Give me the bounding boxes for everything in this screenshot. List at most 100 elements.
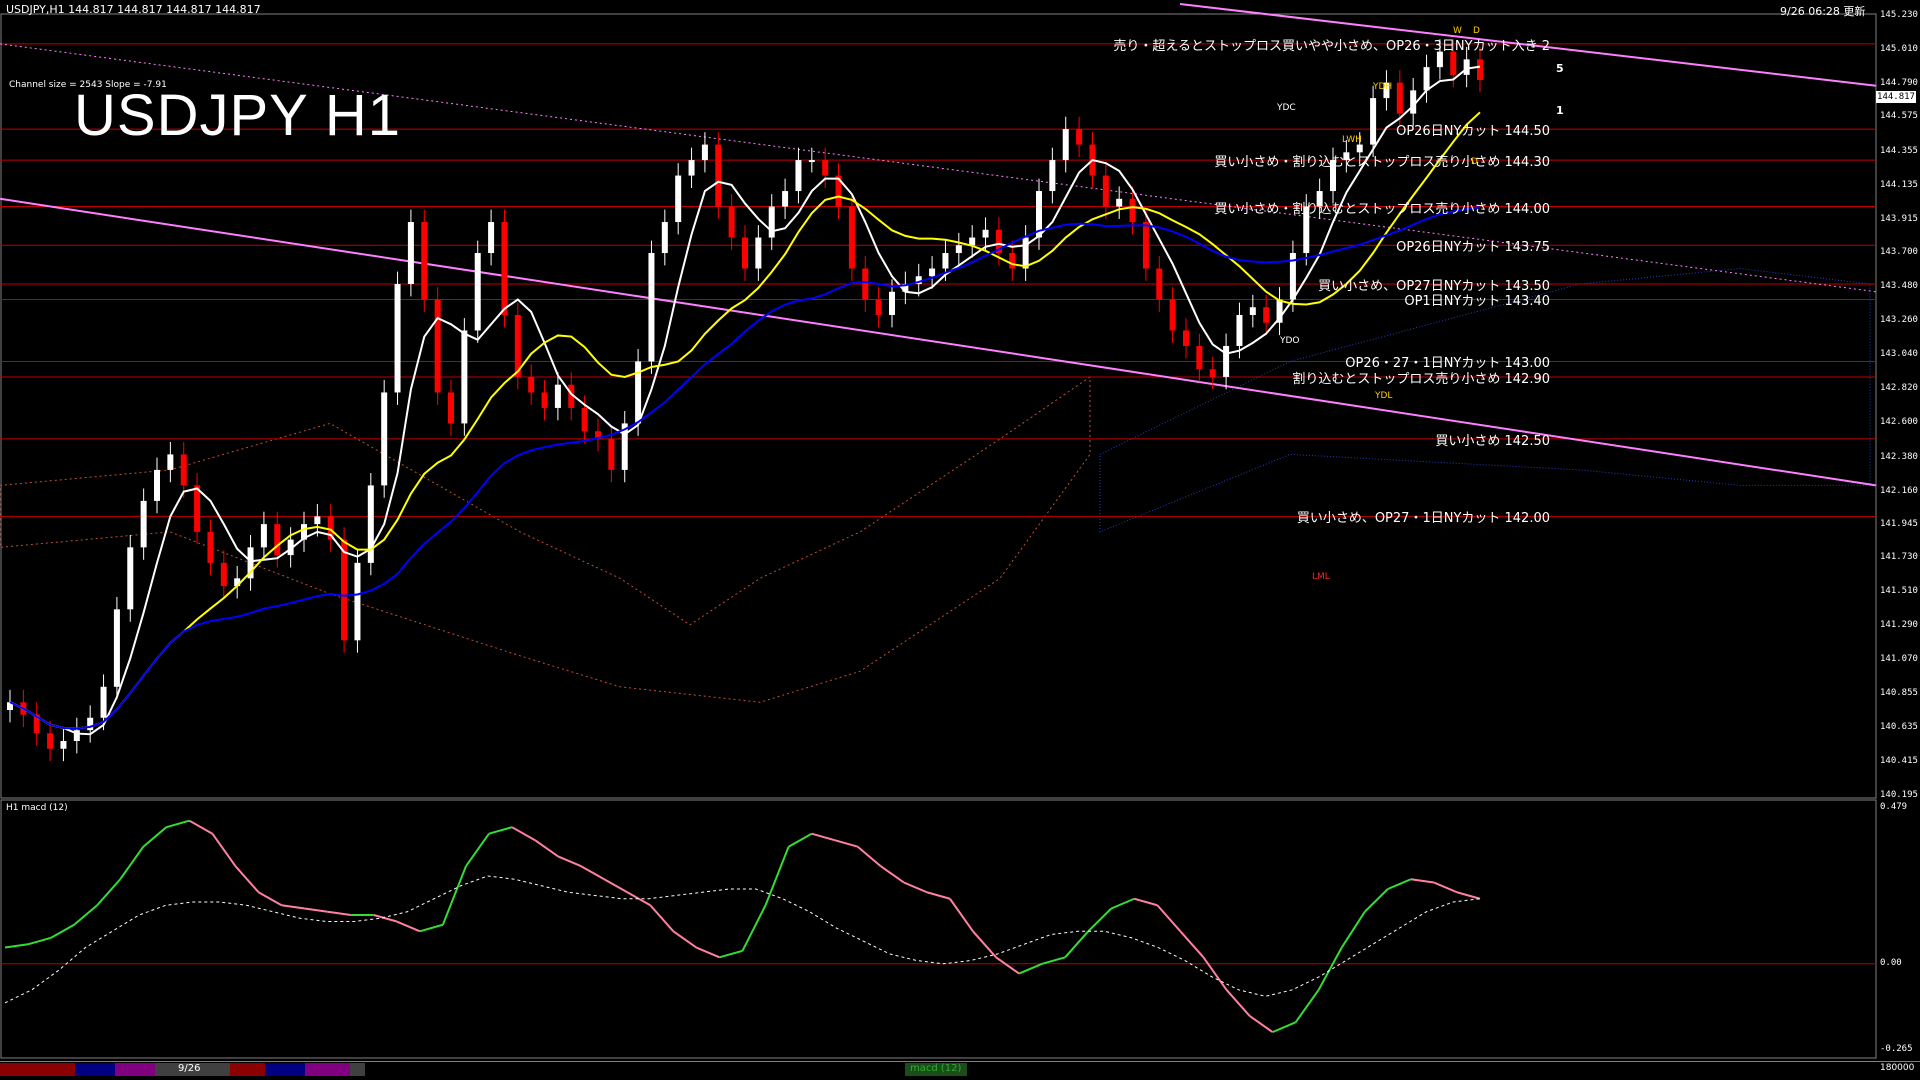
candle-body xyxy=(889,291,895,315)
candle-body xyxy=(1102,175,1109,207)
chart-title: USDJPY H1 xyxy=(74,83,402,148)
candle-body xyxy=(488,222,495,254)
candle-body xyxy=(862,268,869,300)
macd-line-segment xyxy=(1364,888,1389,913)
candle-body xyxy=(688,160,695,176)
price-tick-label: 143.480 xyxy=(1880,281,1918,292)
macd-line-segment xyxy=(603,878,628,894)
tab-indicator-label: macd (12) xyxy=(910,1063,962,1074)
candle-body xyxy=(1249,307,1256,315)
candle-body xyxy=(1370,98,1377,145)
macd-line-segment xyxy=(4,943,29,949)
candle-body xyxy=(113,609,120,687)
price-tick-label: 144.790 xyxy=(1880,78,1918,89)
tab-date-label: 9/26 xyxy=(178,1063,201,1074)
tab-color-1[interactable] xyxy=(0,1063,75,1076)
candle-body xyxy=(194,485,201,532)
candle-body xyxy=(942,253,949,269)
macd-line-segment xyxy=(649,904,675,932)
box-label-d: D xyxy=(1473,26,1480,36)
macd-line-segment xyxy=(1272,1021,1297,1034)
macd-line-segment xyxy=(834,839,859,848)
macd-line-segment xyxy=(465,833,490,867)
candle-body xyxy=(541,392,548,408)
candle-body xyxy=(47,733,54,749)
candle-body xyxy=(1263,307,1270,323)
price-tick-label: 141.290 xyxy=(1880,620,1918,631)
box-label-lml: LML xyxy=(1312,572,1330,582)
candle-body xyxy=(581,407,588,432)
candle-body xyxy=(167,454,174,470)
candle-body xyxy=(407,222,414,285)
level-annotation: OP26日NYカット 144.50 xyxy=(1396,124,1550,140)
box-label-w: W xyxy=(1453,26,1462,36)
candle-body xyxy=(955,245,962,254)
macd-line-segment xyxy=(1041,956,1066,965)
candle-body xyxy=(1142,222,1149,269)
candle-body xyxy=(1477,59,1483,80)
candle-body xyxy=(127,547,134,610)
candle-body xyxy=(60,741,67,749)
tab-color-5[interactable] xyxy=(265,1063,305,1076)
macd-line-segment xyxy=(488,826,513,835)
macd-line-segment xyxy=(188,819,213,835)
tab-color-4[interactable] xyxy=(230,1063,265,1076)
candle-body xyxy=(715,144,722,207)
price-tick-label: 140.415 xyxy=(1880,755,1918,766)
candle-body xyxy=(795,160,802,192)
price-tick-label: 145.230 xyxy=(1880,10,1918,20)
macd-line-segment xyxy=(1134,897,1158,907)
macd-line-segment xyxy=(511,826,536,842)
candle-body xyxy=(501,222,508,315)
macd-title: H1 macd (12) xyxy=(6,803,68,813)
macd-line-segment xyxy=(1340,911,1366,949)
macd-panel-frame xyxy=(0,799,1877,1059)
macd-line-segment xyxy=(234,865,260,893)
candle-body xyxy=(1183,330,1189,346)
box-label-lwh: LWH xyxy=(1342,135,1362,145)
candle-body xyxy=(220,562,227,587)
candle-body xyxy=(728,206,735,238)
level-annotation: 売り・超えるとストップロス買いやや小さめ、OP26・3日NYカット入き 2 xyxy=(1113,38,1550,54)
candle-body xyxy=(421,222,428,300)
macd-line-segment xyxy=(534,839,559,858)
macd-line-segment xyxy=(1433,881,1458,894)
macd-line-segment xyxy=(166,819,190,829)
candle-body xyxy=(260,524,267,548)
macd-line-segment xyxy=(1294,989,1320,1023)
level-annotation: 買い小さめ・割り込むとストップロス売り小さめ 144.00 xyxy=(1214,201,1550,217)
candle-body xyxy=(448,392,454,424)
candle-body xyxy=(554,384,561,408)
tab-color-6[interactable] xyxy=(305,1063,350,1076)
candle-body xyxy=(1436,51,1443,68)
macd-line-segment xyxy=(142,826,167,848)
candle-body xyxy=(701,144,708,161)
channel-lower-line xyxy=(0,197,1877,487)
candle-body xyxy=(1022,237,1029,269)
candle-body xyxy=(1049,160,1056,192)
tab-color-3[interactable] xyxy=(115,1063,155,1076)
candle-body xyxy=(822,160,829,176)
candle-body xyxy=(768,206,775,238)
macd-line-segment xyxy=(764,846,790,906)
candle-body xyxy=(675,175,682,223)
price-tick-label: 144.575 xyxy=(1880,111,1918,122)
macd-line-segment xyxy=(949,898,974,932)
candle-body xyxy=(180,454,187,486)
current-price-badge: 144.817 xyxy=(1876,91,1916,103)
macd-tick-label: 0.00 xyxy=(1880,957,1902,968)
candle-body xyxy=(528,376,535,393)
candle-body xyxy=(434,299,441,393)
box-label-ydh: YDH xyxy=(1373,82,1393,92)
symbol-header: USDJPY,H1 144.817 144.817 144.817 144.81… xyxy=(6,3,261,16)
candle-body xyxy=(969,237,976,246)
macd-line-segment xyxy=(926,891,951,900)
macd-line-segment xyxy=(1410,878,1435,884)
price-tick-label: 144.135 xyxy=(1880,179,1918,190)
price-tick-label: 142.600 xyxy=(1880,417,1918,428)
candle-body xyxy=(661,222,668,254)
tab-color-7[interactable] xyxy=(350,1063,365,1076)
level-annotation: 買い小さめ・割り込むとストップロス売り小さめ 144.30 xyxy=(1214,155,1550,171)
tab-color-2[interactable] xyxy=(75,1063,115,1076)
candle-body xyxy=(354,562,361,641)
